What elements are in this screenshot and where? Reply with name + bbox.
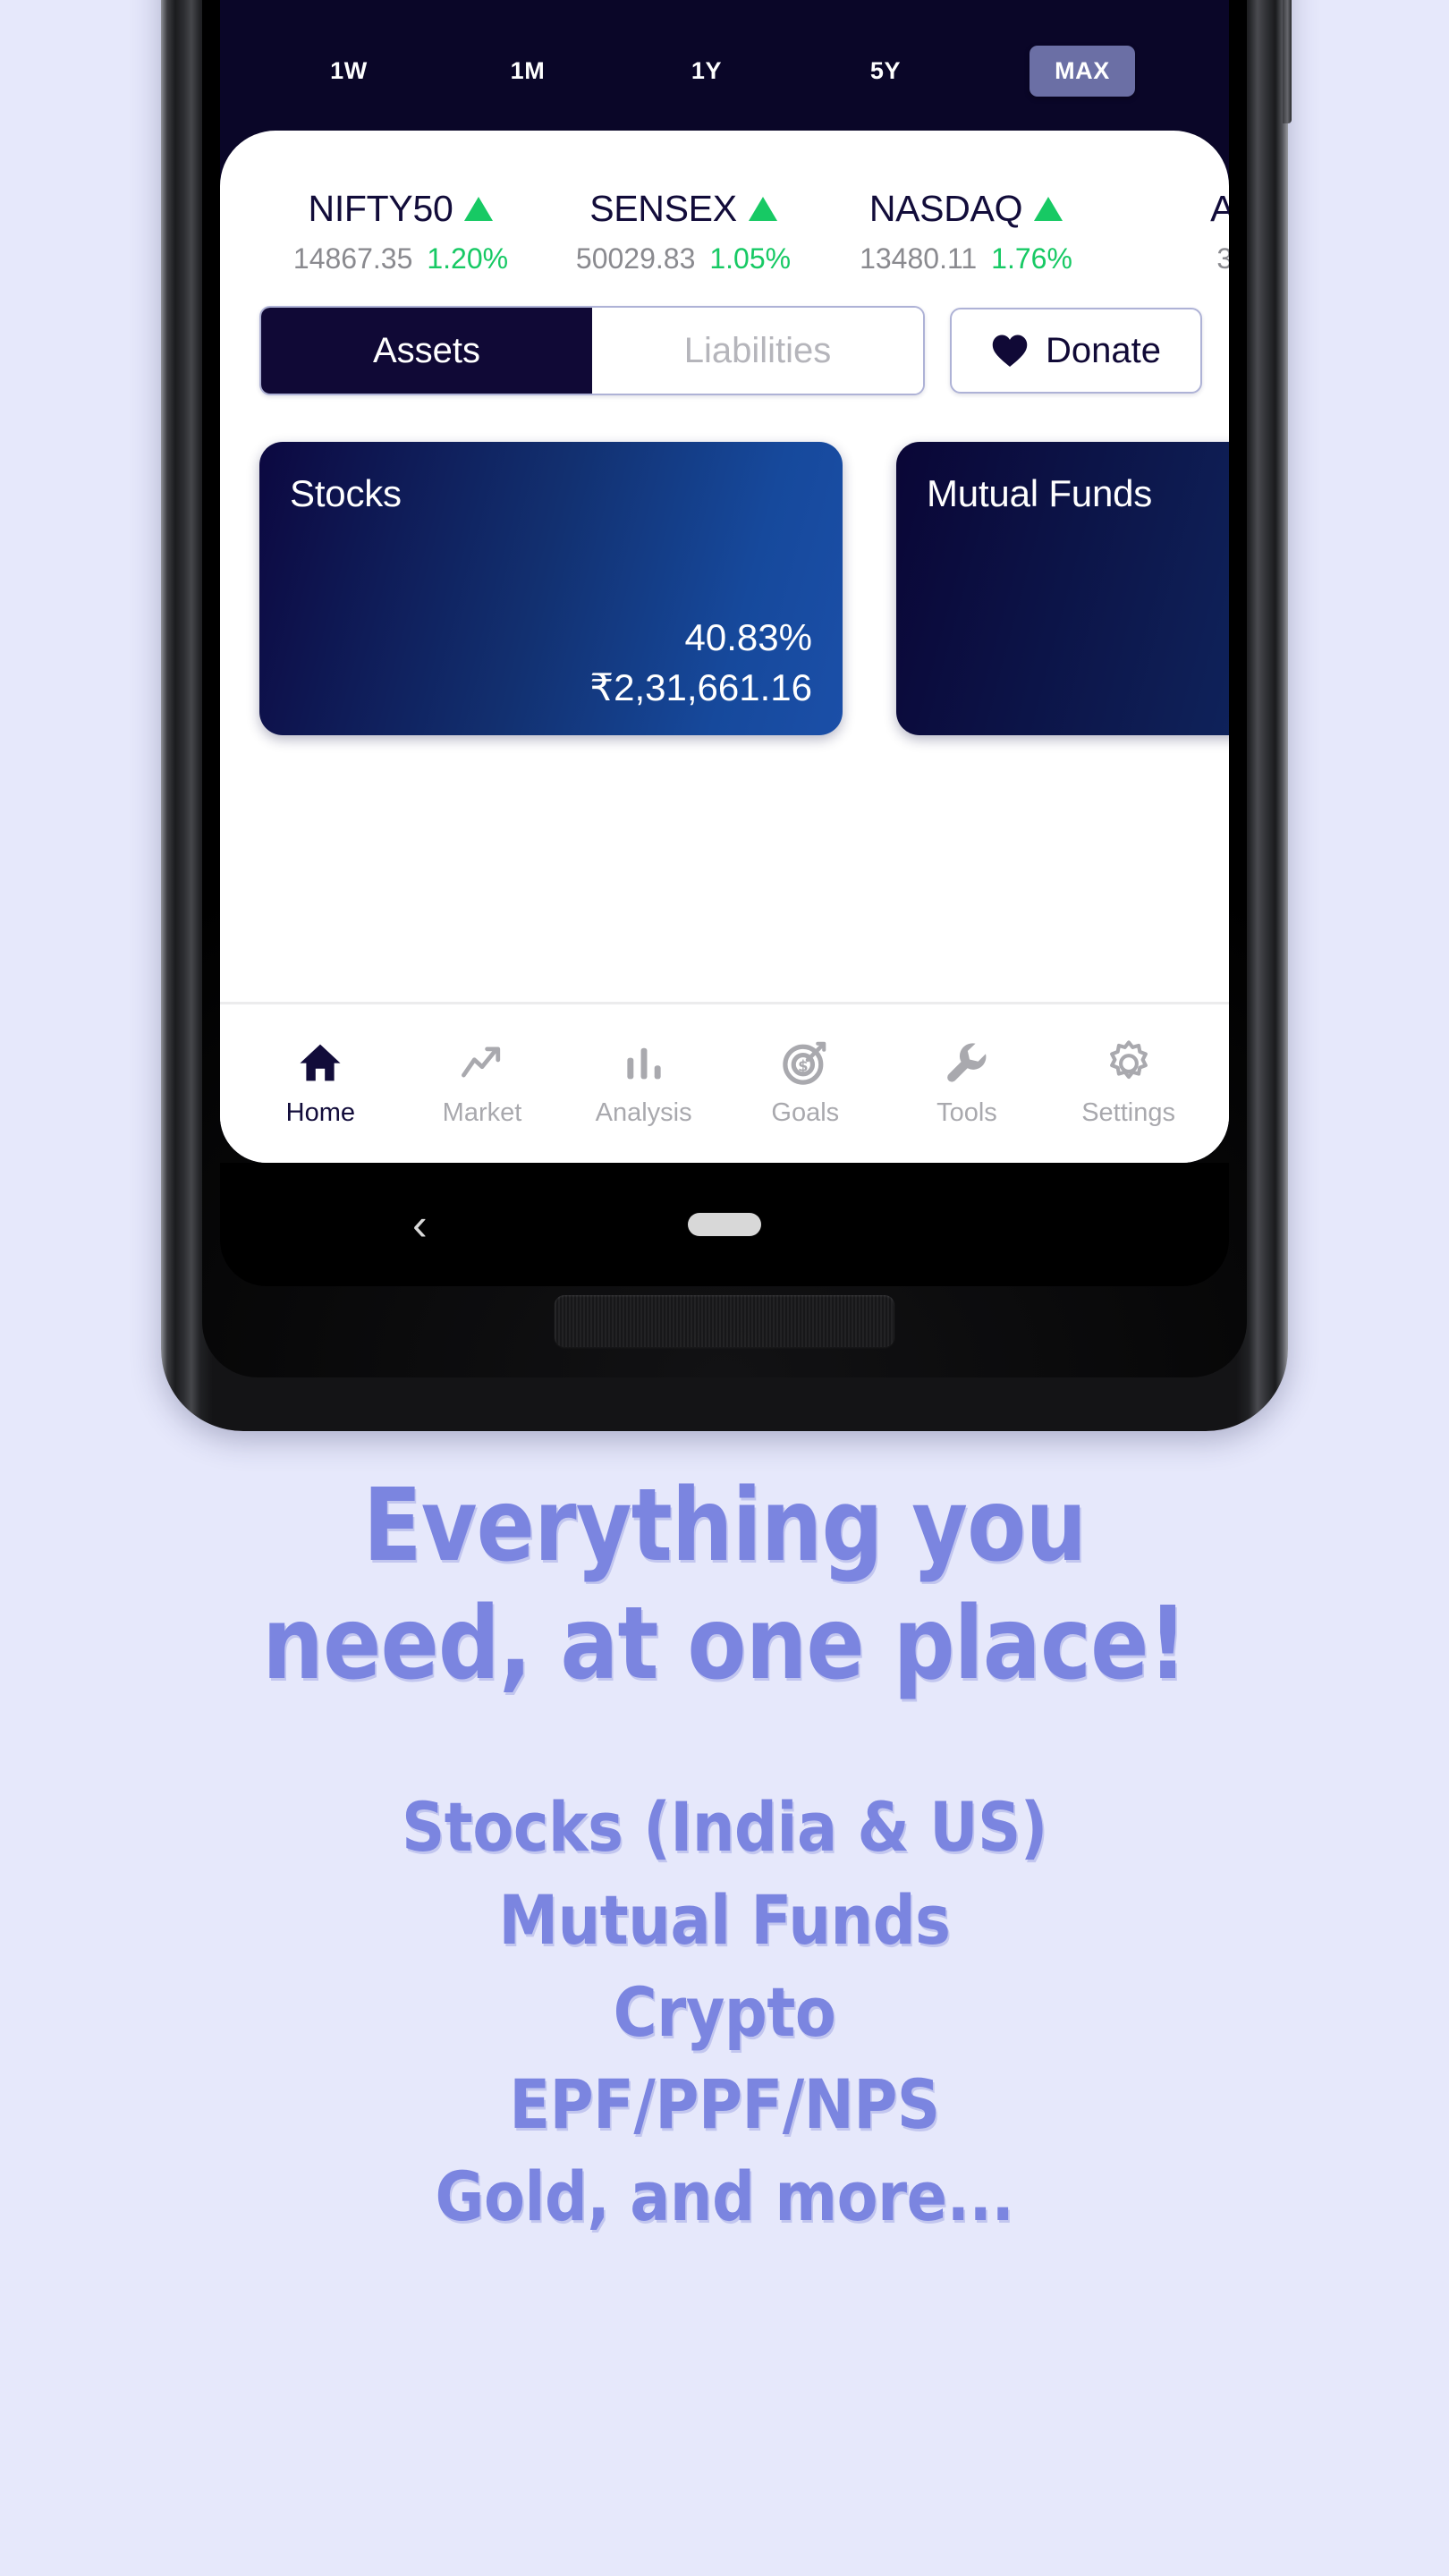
nav-item-tools[interactable]: Tools bbox=[900, 1039, 1034, 1128]
asset-card-figures: 40.83% ₹2,31,661.16 bbox=[589, 613, 812, 712]
ticker-item-sensex[interactable]: SENSEX 50029.83 1.05% bbox=[542, 188, 825, 275]
donate-label: Donate bbox=[1046, 330, 1161, 370]
nav-item-goals[interactable]: $ Goals bbox=[738, 1039, 872, 1128]
range-tab-max[interactable]: MAX bbox=[1030, 46, 1135, 97]
back-icon[interactable]: ‹ bbox=[412, 1202, 428, 1247]
range-tab-1y[interactable]: 1Y bbox=[672, 48, 741, 94]
ticker-item-nasdaq[interactable]: NASDAQ 13480.11 1.76% bbox=[825, 188, 1107, 275]
ticker-name: NIFTY50 bbox=[308, 188, 453, 229]
ticker-name: AMZ bbox=[1210, 188, 1229, 229]
tab-assets[interactable]: Assets bbox=[261, 308, 592, 394]
target-dollar-icon: $ bbox=[783, 1041, 826, 1085]
ticker-values: 3161 bbox=[1107, 242, 1229, 275]
phone-mockup: 1W 1M 1Y 5Y MAX NIFTY50 14867.35 1.20% S… bbox=[161, 0, 1292, 1431]
triangle-up-icon bbox=[1034, 197, 1063, 221]
nav-label: Analysis bbox=[595, 1098, 692, 1127]
phone-speaker-grille bbox=[555, 1295, 894, 1347]
content-panel: NIFTY50 14867.35 1.20% SENSEX 50029.83 1… bbox=[220, 131, 1229, 1163]
feature-item-stocks: Stocks (India & US) bbox=[402, 1787, 1047, 1868]
ticker-values: 13480.11 1.76% bbox=[825, 242, 1107, 275]
tab-liabilities[interactable]: Liabilities bbox=[592, 308, 923, 394]
feature-item-mutual-funds: Mutual Funds bbox=[498, 1879, 951, 1960]
nav-label: Goals bbox=[771, 1098, 840, 1127]
bar-chart-icon bbox=[627, 1047, 661, 1080]
donate-button[interactable]: Donate bbox=[950, 308, 1202, 394]
heart-icon bbox=[992, 335, 1028, 368]
ticker-change: 1.76% bbox=[991, 242, 1072, 275]
asset-card-percent: 40.83% bbox=[684, 616, 812, 659]
ticker-name: SENSEX bbox=[589, 188, 737, 229]
portfolio-line-chart bbox=[220, 0, 1229, 18]
ticker-name: NASDAQ bbox=[869, 188, 1023, 229]
triangle-up-icon bbox=[464, 197, 494, 221]
ticker-header: SENSEX bbox=[542, 188, 825, 230]
gear-icon bbox=[1109, 1040, 1148, 1080]
nav-label: Settings bbox=[1081, 1098, 1175, 1127]
headline-line-1: Everything you bbox=[362, 1468, 1087, 1584]
nav-label: Tools bbox=[936, 1098, 997, 1127]
nav-label: Market bbox=[442, 1098, 522, 1127]
feature-item-crypto: Crypto bbox=[613, 1971, 836, 2052]
chart-range-tabs: 1W 1M 1Y 5Y MAX bbox=[220, 46, 1229, 97]
range-tab-1m[interactable]: 1M bbox=[493, 48, 563, 94]
asset-card-mutual-funds[interactable]: Mutual Funds bbox=[896, 442, 1229, 735]
assets-liabilities-toggle[interactable]: Assets Liabilities bbox=[259, 306, 925, 395]
ticker-price: 14867.35 bbox=[292, 242, 413, 275]
feature-item-gold-and-more: Gold, and more... bbox=[435, 2157, 1014, 2237]
market-ticker-strip[interactable]: NIFTY50 14867.35 1.20% SENSEX 50029.83 1… bbox=[220, 131, 1229, 275]
ticker-price: 13480.11 bbox=[860, 242, 978, 275]
wrench-icon bbox=[947, 1043, 987, 1082]
ticker-values: 14867.35 1.20% bbox=[259, 242, 542, 275]
marketing-copy: Everything you need, at one place! Stock… bbox=[0, 1467, 1449, 2241]
feature-list: Stocks (India & US) Mutual Funds Crypto … bbox=[0, 1784, 1449, 2240]
chart-header: 1W 1M 1Y 5Y MAX bbox=[220, 0, 1229, 141]
triangle-up-icon bbox=[748, 197, 777, 221]
nav-item-settings[interactable]: Settings bbox=[1062, 1039, 1196, 1128]
range-tab-1w[interactable]: 1W bbox=[314, 48, 384, 94]
asset-card-stocks[interactable]: Stocks 40.83% ₹2,31,661.16 bbox=[259, 442, 843, 735]
app-screen: 1W 1M 1Y 5Y MAX NIFTY50 14867.35 1.20% S… bbox=[220, 0, 1229, 1163]
asset-card-title: Mutual Funds bbox=[927, 472, 1153, 514]
asset-card-amount: ₹2,31,661.16 bbox=[589, 665, 812, 708]
asset-cards-row[interactable]: Stocks 40.83% ₹2,31,661.16 Mutual Funds bbox=[220, 395, 1229, 735]
asset-card-title: Stocks bbox=[290, 472, 402, 514]
home-icon bbox=[300, 1044, 341, 1081]
ticker-item-amz[interactable]: AMZ 3161 bbox=[1107, 188, 1229, 275]
headline-line-2: need, at one place! bbox=[262, 1586, 1187, 1703]
trending-up-icon bbox=[462, 1046, 501, 1078]
ticker-header: NIFTY50 bbox=[259, 188, 542, 230]
ticker-price: 3161 bbox=[1216, 242, 1229, 275]
nav-item-market[interactable]: Market bbox=[415, 1039, 549, 1128]
nav-item-home[interactable]: Home bbox=[253, 1039, 387, 1128]
ticker-change: 1.05% bbox=[709, 242, 792, 275]
ticker-item-nifty50[interactable]: NIFTY50 14867.35 1.20% bbox=[259, 188, 542, 275]
ticker-change: 1.20% bbox=[427, 242, 509, 275]
ticker-header: AMZ bbox=[1107, 188, 1229, 230]
range-tab-5y[interactable]: 5Y bbox=[851, 48, 920, 94]
home-pill-icon[interactable] bbox=[688, 1213, 761, 1236]
nav-item-analysis[interactable]: Analysis bbox=[577, 1039, 711, 1128]
nav-label: Home bbox=[285, 1098, 355, 1127]
feature-item-epf-ppf-nps: EPF/PPF/NPS bbox=[509, 2064, 940, 2145]
phone-side-button[interactable] bbox=[1283, 0, 1292, 123]
android-system-nav: ‹ bbox=[220, 1163, 1229, 1286]
ticker-values: 50029.83 1.05% bbox=[542, 242, 825, 275]
ticker-header: NASDAQ bbox=[825, 188, 1107, 230]
assets-liabilities-row: Assets Liabilities Donate bbox=[220, 275, 1229, 395]
app-bottom-nav: Home Market Analysis $ Goals Tools Setti… bbox=[220, 1002, 1229, 1163]
ticker-price: 50029.83 bbox=[575, 242, 696, 275]
